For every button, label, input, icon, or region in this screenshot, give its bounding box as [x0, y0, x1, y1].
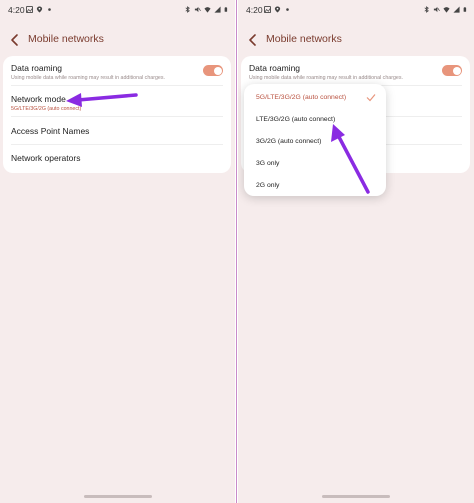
option-label: 2G only [256, 182, 280, 189]
data-roaming-toggle[interactable] [203, 65, 223, 76]
notification-icons [26, 6, 53, 13]
dot-icon [286, 8, 289, 11]
system-status-icons [184, 6, 229, 13]
image-notification-icon [26, 6, 33, 13]
home-gesture-bar[interactable] [84, 495, 152, 498]
network-mode-row[interactable]: Network mode 5G/LTE/3G/2G (auto connect) [3, 94, 231, 112]
notification-icons [264, 6, 291, 13]
status-time: 4:20 [8, 5, 25, 15]
location-icon [274, 6, 281, 13]
divider [11, 85, 223, 86]
divider [11, 144, 223, 145]
network-mode-title: Network mode [11, 94, 66, 104]
wifi-icon [204, 7, 211, 13]
toggle-knob [213, 66, 222, 75]
app-header: Mobile networks [238, 30, 474, 50]
dropdown-option-lte-3g-2g[interactable]: LTE/3G/2G (auto connect) [256, 116, 376, 123]
status-bar: 4:20 [238, 3, 474, 17]
right-screenshot: 4:20 Mobile networks Data roaming Using … [238, 0, 474, 503]
data-roaming-toggle[interactable] [442, 65, 462, 76]
bluetooth-icon [185, 6, 190, 13]
data-roaming-title: Data roaming [249, 63, 301, 73]
network-operators-row[interactable]: Network operators [3, 153, 231, 163]
network-operators-title: Network operators [11, 153, 81, 163]
status-bar: 4:20 [0, 3, 235, 17]
back-arrow-icon[interactable] [246, 32, 260, 48]
back-arrow-icon[interactable] [8, 32, 22, 48]
mute-icon [433, 6, 440, 13]
page-title: Mobile networks [266, 33, 342, 45]
signal-icon [214, 6, 221, 13]
wifi-icon [443, 7, 450, 13]
left-screenshot: 4:20 Mobile networks Data roaming Using … [0, 0, 235, 503]
dropdown-option-3g-only[interactable]: 3G only [256, 160, 376, 167]
data-roaming-row[interactable]: Data roaming Using mobile data while roa… [3, 63, 231, 81]
dropdown-option-2g-only[interactable]: 2G only [256, 182, 376, 189]
signal-icon [453, 6, 460, 13]
network-mode-dropdown[interactable]: 5G/LTE/3G/2G (auto connect) LTE/3G/2G (a… [244, 84, 386, 196]
battery-icon [463, 7, 467, 12]
data-roaming-row[interactable]: Data roaming Using mobile data while roa… [241, 63, 470, 81]
mute-icon [194, 6, 201, 13]
image-notification-icon [264, 6, 271, 13]
dropdown-option-3g-2g[interactable]: 3G/2G (auto connect) [256, 138, 376, 145]
option-label: 5G/LTE/3G/2G (auto connect) [256, 94, 347, 101]
option-label: 3G only [256, 160, 280, 167]
network-mode-value: 5G/LTE/3G/2G (auto connect) [11, 106, 82, 112]
apn-row[interactable]: Access Point Names [3, 126, 231, 136]
system-status-icons [423, 6, 468, 13]
data-roaming-subtitle: Using mobile data while roaming may resu… [249, 75, 403, 81]
dropdown-option-5g-lte-3g-2g[interactable]: 5G/LTE/3G/2G (auto connect) [256, 94, 376, 102]
data-roaming-subtitle: Using mobile data while roaming may resu… [11, 75, 165, 81]
home-gesture-bar[interactable] [322, 495, 390, 498]
data-roaming-title: Data roaming [11, 63, 63, 73]
status-time: 4:20 [246, 5, 263, 15]
dot-icon [48, 8, 51, 11]
toggle-knob [452, 66, 461, 75]
page-title: Mobile networks [28, 33, 104, 45]
settings-card: Data roaming Using mobile data while roa… [3, 56, 231, 173]
check-icon [366, 94, 376, 102]
apn-title: Access Point Names [11, 126, 90, 136]
option-label: 3G/2G (auto connect) [256, 138, 322, 145]
location-icon [36, 6, 43, 13]
option-label: LTE/3G/2G (auto connect) [256, 116, 336, 123]
divider [11, 116, 223, 117]
battery-icon [224, 7, 228, 12]
app-header: Mobile networks [0, 30, 235, 50]
bluetooth-icon [424, 6, 429, 13]
